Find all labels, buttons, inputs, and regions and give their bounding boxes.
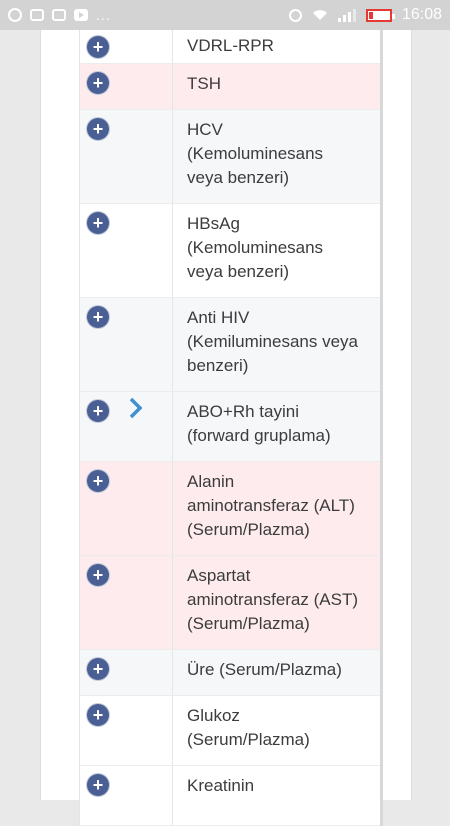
row-action-cell: + — [80, 298, 173, 391]
table-row: + TSH — [80, 64, 380, 110]
test-name: VDRL-RPR — [187, 36, 274, 55]
expand-plus-icon[interactable]: + — [87, 564, 109, 586]
row-action-cell: + — [80, 650, 173, 695]
expand-plus-icon[interactable]: + — [87, 306, 109, 328]
alarm-icon — [288, 8, 302, 22]
table-row: + HCV (Kemoluminesans veya benzeri) — [80, 110, 380, 204]
gallery-icon — [52, 9, 66, 21]
row-action-cell: + — [80, 696, 173, 765]
test-name: Anti HIV (Kemiluminesans veya benzeri) — [187, 308, 359, 375]
row-action-cell: + — [80, 392, 173, 461]
row-action-cell: + — [80, 64, 173, 109]
table-row: + Alanin aminotransferaz (ALT) (Serum/Pla… — [80, 462, 380, 556]
expand-plus-icon[interactable]: + — [87, 118, 109, 140]
test-name: Kreatinin — [187, 776, 255, 795]
table-row: + Glukoz (Serum/Plazma) — [80, 696, 380, 766]
expand-plus-icon[interactable]: + — [87, 774, 109, 796]
test-name: HCV (Kemoluminesans veya benzeri) — [187, 120, 324, 187]
row-action-cell: + — [80, 766, 173, 825]
signal-icon — [337, 8, 356, 22]
chevron-right-icon[interactable] — [126, 396, 146, 420]
expand-plus-icon[interactable]: + — [87, 704, 109, 726]
row-action-cell: + — [80, 462, 173, 555]
table-row: + VDRL-RPR — [80, 30, 380, 64]
table-row: + Aspartat aminotransferaz (AST) (Serum/P… — [80, 556, 380, 650]
test-name: ABO+Rh tayini (forward gruplama) — [187, 402, 331, 445]
more-notifications-icon: ... — [96, 7, 111, 23]
test-name: Alanin aminotransferaz (ALT) (Serum/Plaz… — [187, 472, 355, 539]
table-row: + HBsAg (Kemoluminesans veya benzeri) — [80, 204, 380, 298]
row-action-cell: + — [80, 204, 173, 297]
row-action-cell: + — [80, 556, 173, 649]
status-notifications: ... — [8, 7, 111, 23]
expand-plus-icon[interactable]: + — [87, 36, 109, 58]
youtube-icon — [74, 9, 88, 21]
test-name: Aspartat aminotransferaz (AST) (Serum/Pl… — [187, 566, 358, 633]
whatsapp-icon — [8, 8, 22, 22]
table-row: + ABO+Rh tayini (forward gruplama) — [80, 392, 380, 462]
page-content: + VDRL-RPR + TSH + HCV (Kemoluminesans veya b… — [40, 30, 412, 826]
expand-plus-icon[interactable]: + — [87, 72, 109, 94]
test-name: Üre (Serum/Plazma) — [187, 660, 342, 679]
battery-low-icon — [365, 8, 395, 22]
row-action-cell: + — [80, 110, 173, 203]
test-name: Glukoz (Serum/Plazma) — [187, 706, 310, 749]
table-row: + Anti HIV (Kemiluminesans veya benzeri) — [80, 298, 380, 392]
test-table: + VDRL-RPR + TSH + HCV (Kemoluminesans veya b… — [79, 30, 383, 826]
image-icon — [30, 9, 44, 21]
expand-plus-icon[interactable]: + — [87, 212, 109, 234]
test-name: TSH — [187, 74, 221, 93]
row-action-cell: + — [80, 30, 173, 63]
expand-plus-icon[interactable]: + — [87, 658, 109, 680]
test-name: HBsAg (Kemoluminesans veya benzeri) — [187, 214, 324, 281]
status-system: 16:08 — [288, 6, 442, 24]
table-row: + Üre (Serum/Plazma) — [80, 650, 380, 696]
expand-plus-icon[interactable]: + — [87, 400, 109, 422]
table-row: + Kreatinin — [80, 766, 380, 826]
wifi-icon — [312, 10, 327, 20]
clock: 16:08 — [401, 6, 442, 23]
expand-plus-icon[interactable]: + — [87, 470, 109, 492]
status-bar: ... 16:08 — [0, 0, 450, 30]
